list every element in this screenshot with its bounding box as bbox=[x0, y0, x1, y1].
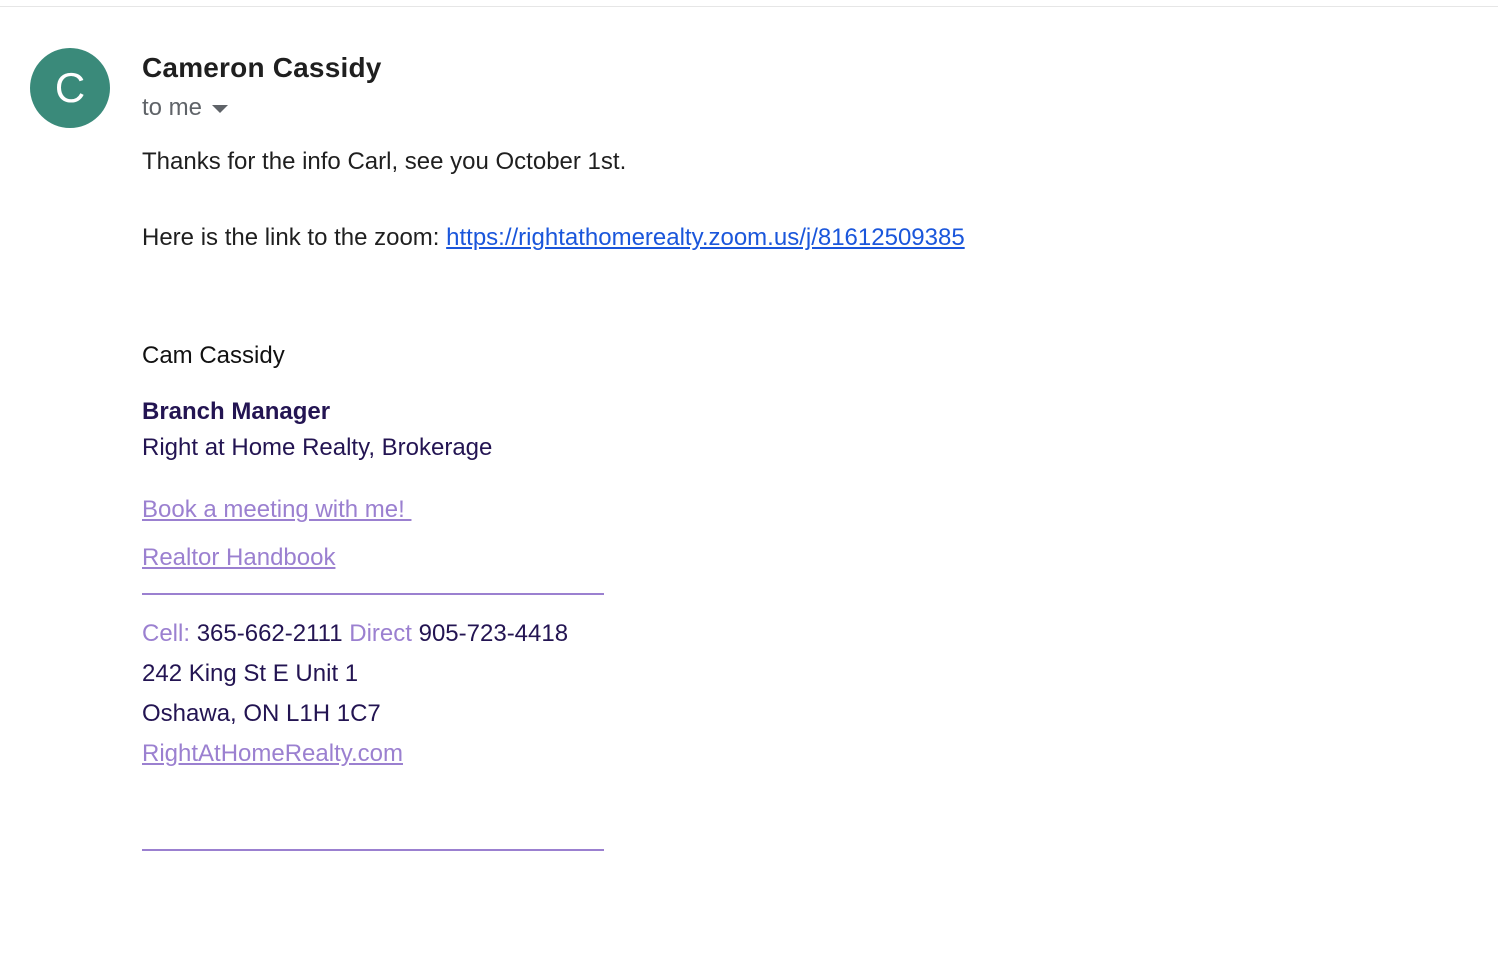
message-line-2: Here is the link to the zoom: https://ri… bbox=[142, 224, 965, 252]
book-meeting-link[interactable]: Book a meeting with me! bbox=[142, 496, 411, 524]
cell-label: Cell: bbox=[142, 620, 191, 647]
signature-divider-bottom bbox=[142, 849, 604, 851]
sender-name[interactable]: Cameron Cassidy bbox=[142, 52, 382, 84]
top-divider bbox=[0, 6, 1498, 7]
zoom-meeting-link[interactable]: https://rightathomerealty.zoom.us/j/8161… bbox=[446, 224, 965, 251]
direct-label: Direct bbox=[349, 620, 412, 647]
cell-number[interactable]: 365-662-2111 bbox=[197, 620, 343, 647]
signature-divider-top bbox=[142, 593, 604, 595]
address-line-1: 242 King St E Unit 1 bbox=[142, 660, 359, 687]
chevron-down-icon[interactable] bbox=[212, 105, 229, 113]
signature-company: Right at Home Realty, Brokerage bbox=[142, 434, 493, 461]
recipient-label: to me bbox=[142, 94, 203, 121]
address-line-2: Oshawa, ON L1H 1C7 bbox=[142, 700, 381, 727]
contact-phones: Cell: 365-662-2111 Direct 905-723-4418 bbox=[142, 620, 568, 648]
avatar-initial: C bbox=[54, 64, 86, 111]
signature-name: Cam Cassidy bbox=[142, 342, 285, 369]
direct-number[interactable]: 905-723-4418 bbox=[419, 620, 568, 647]
realtor-handbook-link[interactable]: Realtor Handbook bbox=[142, 544, 335, 572]
signature-title: Branch Manager bbox=[142, 398, 331, 425]
message-line-1: Thanks for the info Carl, see you Octobe… bbox=[142, 148, 627, 175]
website-link[interactable]: RightAtHomeRealty.com bbox=[142, 740, 403, 768]
sender-avatar[interactable]: C bbox=[30, 48, 110, 128]
recipient-details-toggle[interactable]: to me bbox=[142, 93, 229, 123]
zoom-link-prefix: Here is the link to the zoom: bbox=[142, 224, 447, 251]
